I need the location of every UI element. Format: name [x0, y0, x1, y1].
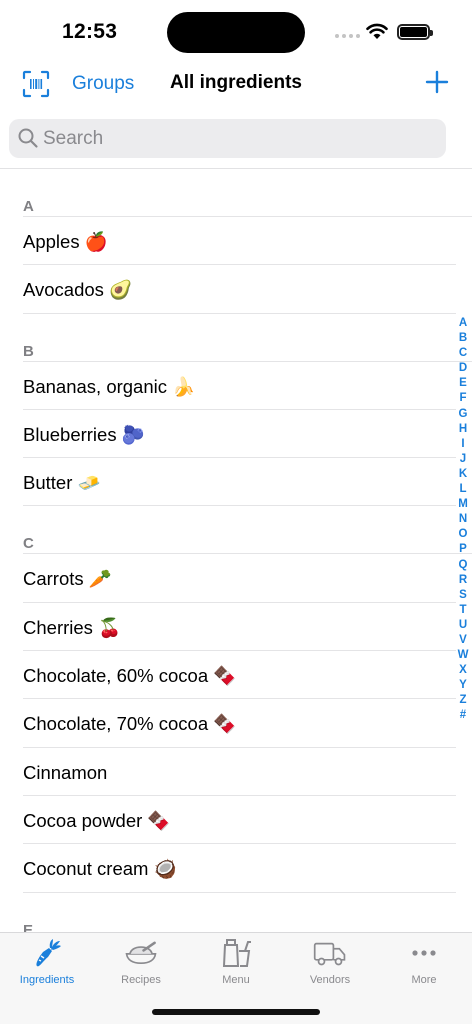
- index-letter[interactable]: U: [459, 618, 467, 633]
- ingredient-row[interactable]: Chocolate, 70% cocoa 🍫: [0, 699, 472, 748]
- section-header-b: B: [0, 314, 472, 362]
- ingredient-name: Cherries 🍒: [23, 616, 122, 638]
- ingredient-name: Carrots 🥕: [23, 568, 112, 590]
- index-letter[interactable]: Y: [459, 678, 467, 693]
- tab-label: Ingredients: [19, 974, 75, 986]
- index-letter[interactable]: S: [459, 588, 467, 603]
- ingredient-name: Cocoa powder 🍫: [23, 809, 171, 831]
- index-letter[interactable]: J: [460, 452, 466, 467]
- navigation-bar: Groups All ingredients: [0, 60, 472, 108]
- add-ingredient-button[interactable]: [424, 69, 450, 95]
- ingredient-name: Coconut cream 🥥: [23, 858, 177, 880]
- index-letter[interactable]: Q: [459, 558, 468, 573]
- ingredient-list[interactable]: A Apples 🍎 Avocados 🥑 B Bananas, organic 🍌 Bl…: [0, 169, 472, 932]
- index-letter[interactable]: I: [461, 437, 464, 452]
- alphabet-index[interactable]: A B C D E F G H I J K L M N O P Q R S T U V W X Y Z #: [455, 316, 471, 724]
- index-letter[interactable]: G: [459, 407, 468, 422]
- index-letter[interactable]: A: [459, 316, 467, 331]
- section-letter: B: [23, 342, 34, 360]
- ingredient-row[interactable]: Coconut cream 🥥: [0, 844, 472, 893]
- section-letter: C: [23, 535, 34, 553]
- ingredient-name: Apples 🍎: [23, 231, 108, 252]
- ingredient-name: Butter 🧈: [23, 472, 101, 494]
- index-letter[interactable]: V: [459, 633, 467, 648]
- ingredient-row[interactable]: Butter 🧈: [0, 458, 472, 507]
- truck-icon: [313, 937, 347, 969]
- index-letter[interactable]: B: [459, 331, 467, 346]
- section-header-a: A: [0, 169, 472, 217]
- search-field[interactable]: [9, 119, 446, 158]
- ingredient-row[interactable]: Cinnamon: [0, 748, 472, 796]
- ingredient-name: Cinnamon: [23, 761, 108, 783]
- index-letter[interactable]: X: [459, 663, 467, 678]
- ingredient-name: Chocolate, 60% cocoa 🍫: [23, 665, 237, 687]
- index-letter[interactable]: K: [459, 467, 467, 482]
- search-input[interactable]: [43, 119, 433, 158]
- index-letter[interactable]: T: [459, 603, 466, 618]
- tab-vendors[interactable]: Vendors: [283, 937, 377, 993]
- index-letter[interactable]: W: [458, 648, 469, 663]
- section-header-c: C: [0, 506, 472, 555]
- index-letter[interactable]: #: [460, 708, 466, 723]
- index-letter[interactable]: L: [459, 482, 466, 497]
- carrot-icon: [30, 937, 64, 969]
- ingredient-row[interactable]: Avocados 🥑: [0, 265, 472, 314]
- page-title: All ingredients: [170, 72, 302, 93]
- index-letter[interactable]: P: [459, 542, 467, 557]
- index-letter[interactable]: O: [459, 527, 468, 542]
- index-letter[interactable]: D: [459, 361, 467, 376]
- ingredient-row[interactable]: Carrots 🥕: [0, 554, 472, 603]
- search-icon: [18, 128, 38, 148]
- index-letter[interactable]: H: [459, 422, 467, 437]
- ellipsis-icon: [407, 937, 441, 969]
- ingredient-row[interactable]: Bananas, organic 🍌: [0, 362, 472, 410]
- battery-icon: [397, 24, 433, 40]
- status-bar: 12:53: [0, 0, 472, 60]
- cellular-signal-icon: [335, 34, 360, 38]
- tab-more[interactable]: More: [377, 937, 471, 993]
- index-letter[interactable]: F: [459, 391, 466, 406]
- tab-ingredients[interactable]: Ingredients: [0, 937, 94, 993]
- tab-label: Recipes: [121, 974, 161, 986]
- section-letter: A: [23, 198, 34, 215]
- ingredient-row[interactable]: Cherries 🍒: [0, 603, 472, 652]
- ingredient-row[interactable]: Chocolate, 60% cocoa 🍫: [0, 651, 472, 700]
- index-letter[interactable]: E: [459, 376, 467, 391]
- tab-recipes[interactable]: Recipes: [94, 937, 188, 993]
- bowl-icon: [124, 937, 158, 969]
- ingredient-row[interactable]: Cocoa powder 🍫: [0, 796, 472, 845]
- section-letter: E: [23, 921, 34, 932]
- ingredient-name: Bananas, organic 🍌: [23, 375, 196, 397]
- tab-label: Vendors: [309, 974, 351, 986]
- index-letter[interactable]: R: [459, 573, 467, 588]
- tab-label: Menu: [222, 974, 250, 986]
- ingredient-row[interactable]: Apples 🍎: [0, 217, 472, 266]
- takeaway-icon: [219, 937, 253, 969]
- wifi-icon: [366, 23, 388, 39]
- ingredient-name: Blueberries 🫐: [23, 423, 145, 445]
- index-letter[interactable]: M: [458, 497, 468, 512]
- tab-menu[interactable]: Menu: [189, 937, 283, 993]
- ingredient-name: Avocados 🥑: [23, 279, 133, 301]
- ingredient-row[interactable]: Blueberries 🫐: [0, 410, 472, 459]
- tab-label: More: [411, 974, 437, 986]
- section-header-e: E: [0, 893, 472, 932]
- home-indicator: [152, 1009, 320, 1015]
- index-letter[interactable]: C: [459, 346, 467, 361]
- status-time: 12:53: [62, 20, 118, 43]
- index-letter[interactable]: Z: [459, 693, 466, 708]
- index-letter[interactable]: N: [459, 512, 467, 527]
- dynamic-island: [167, 12, 305, 53]
- ingredient-name: Chocolate, 70% cocoa 🍫: [23, 713, 237, 735]
